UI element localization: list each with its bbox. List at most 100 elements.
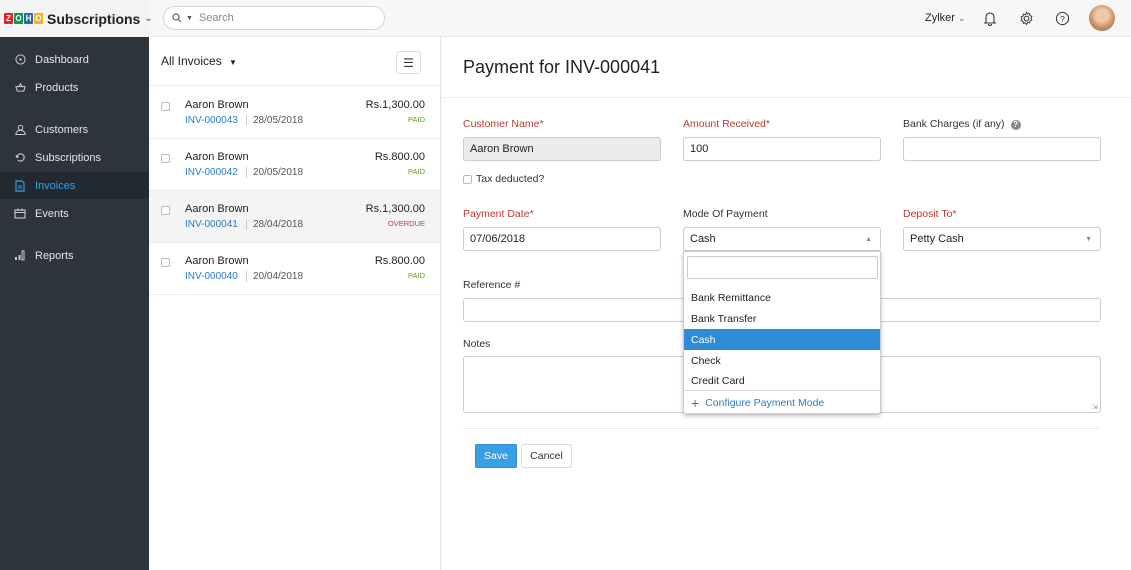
bar-chart-icon: [14, 250, 26, 262]
sidebar-item-label: Subscriptions: [35, 151, 102, 164]
document-icon: [14, 179, 26, 192]
logo-letter: O: [14, 13, 23, 24]
chevron-down-icon: ⌄: [958, 13, 966, 23]
status-badge: PAID: [408, 271, 425, 280]
deposit-to-select[interactable]: Petty Cash ▼: [903, 227, 1101, 251]
payment-date-label: Payment Date*: [463, 208, 534, 220]
list-title: All Invoices: [161, 54, 222, 68]
gear-icon[interactable]: [1017, 9, 1035, 27]
amount-received-input[interactable]: 100: [683, 137, 881, 161]
amount-received-value: 100: [690, 143, 709, 155]
page-title: Payment for INV-000041: [463, 57, 661, 77]
payment-date-input[interactable]: 07/06/2018: [463, 227, 661, 251]
sidebar-item-label: Reports: [35, 249, 74, 262]
search-icon: [172, 13, 182, 23]
search-filter-caret-icon[interactable]: ▼: [186, 15, 193, 22]
plus-icon: +: [691, 394, 700, 411]
configure-payment-mode-link[interactable]: + Configure Payment Mode: [684, 390, 880, 414]
resize-grip-icon[interactable]: ⇲: [1092, 403, 1098, 411]
mode-of-payment-label: Mode Of Payment: [683, 208, 768, 220]
payment-date-value: 07/06/2018: [470, 233, 526, 245]
invoice-row[interactable]: Aaron Brown INV-000043 28/05/2018 Rs.1,3…: [149, 87, 440, 139]
sidebar-item-reports[interactable]: Reports: [0, 242, 149, 269]
row-checkbox[interactable]: [161, 154, 170, 163]
invoice-row-selected[interactable]: Aaron Brown INV-000041 28/04/2018 Rs.1,3…: [149, 191, 440, 243]
reference-label: Reference #: [463, 279, 521, 291]
dropdown-search-input[interactable]: [687, 256, 878, 279]
row-checkbox[interactable]: [161, 206, 170, 215]
save-button[interactable]: Save: [475, 444, 517, 468]
invoice-row[interactable]: Aaron Brown INV-000042 20/05/2018 Rs.800…: [149, 139, 440, 191]
invoice-number-link[interactable]: INV-000040: [185, 271, 238, 282]
mode-of-payment-value: Cash: [690, 233, 716, 245]
invoice-date: 28/04/2018: [246, 219, 303, 230]
tax-deducted-label: Tax deducted?: [476, 173, 545, 185]
user-icon: [14, 124, 26, 136]
app-switcher[interactable]: Z O H O Subscriptions ⌄: [0, 0, 153, 37]
sidebar-item-invoices[interactable]: Invoices: [0, 172, 149, 199]
help-icon[interactable]: ?: [1053, 9, 1071, 27]
search-input[interactable]: ▼ Search: [163, 6, 385, 30]
org-name: Zylker: [925, 12, 955, 24]
payment-form: Payment for INV-000041 Customer Name* Aa…: [441, 37, 1131, 570]
invoice-list-pane: All Invoices ▼ ☰ Aaron Brown INV-000043 …: [149, 37, 441, 570]
bell-icon[interactable]: [981, 9, 999, 27]
amount-received-label: Amount Received*: [683, 118, 770, 130]
header-divider: [441, 97, 1131, 98]
invoice-number-link[interactable]: INV-000041: [185, 219, 238, 230]
invoice-number-link[interactable]: INV-000043: [185, 115, 238, 126]
customer-name-label: Customer Name*: [463, 118, 544, 130]
logo-letter: Z: [4, 13, 13, 24]
status-badge: OVERDUE: [387, 219, 425, 228]
hamburger-icon: ☰: [403, 55, 414, 70]
dropdown-option[interactable]: Credit Card: [684, 370, 880, 391]
row-checkbox[interactable]: [161, 102, 170, 111]
invoice-customer: Aaron Brown: [185, 255, 249, 267]
dropdown-option[interactable]: Bank Remittance: [684, 287, 880, 308]
mode-of-payment-select[interactable]: Cash ▲: [683, 227, 881, 251]
sidebar-item-customers[interactable]: Customers: [0, 116, 149, 143]
app-title: Subscriptions: [47, 10, 141, 27]
invoice-row[interactable]: Aaron Brown INV-000040 20/04/2018 Rs.800…: [149, 243, 440, 295]
checkbox[interactable]: [463, 174, 472, 184]
status-badge: PAID: [408, 115, 425, 124]
org-switcher[interactable]: Zylker ⌄: [925, 12, 966, 24]
customer-name-field: Aaron Brown: [463, 137, 661, 161]
notes-label: Notes: [463, 338, 491, 350]
list-header: All Invoices ▼ ☰: [149, 37, 440, 86]
invoice-number-link[interactable]: INV-000042: [185, 167, 238, 178]
invoice-filter-dropdown[interactable]: All Invoices ▼: [161, 54, 237, 68]
customer-name-value: Aaron Brown: [470, 143, 534, 155]
sidebar-item-label: Customers: [35, 123, 89, 136]
invoice-date: 20/05/2018: [246, 167, 303, 178]
sidebar-item-products[interactable]: Products: [0, 74, 149, 101]
deposit-to-label: Deposit To*: [903, 208, 957, 220]
invoice-amount: Rs.800.00: [374, 255, 425, 267]
dropdown-option[interactable]: Bank Transfer: [684, 308, 880, 329]
list-menu-button[interactable]: ☰: [396, 51, 421, 74]
row-checkbox[interactable]: [161, 258, 170, 267]
caret-down-icon: ▼: [229, 58, 237, 67]
zoho-logo: Z O H O: [4, 13, 43, 24]
user-avatar[interactable]: [1089, 5, 1115, 31]
cancel-button[interactable]: Cancel: [521, 444, 572, 468]
invoice-amount: Rs.800.00: [374, 151, 425, 163]
calendar-icon: [14, 208, 26, 220]
sidebar-item-events[interactable]: Events: [0, 200, 149, 227]
bank-charges-input[interactable]: [903, 137, 1101, 161]
search-placeholder: Search: [198, 12, 234, 24]
invoice-amount: Rs.1,300.00: [365, 203, 425, 215]
sidebar: Dashboard Products Customers Subscriptio…: [0, 37, 149, 570]
mode-of-payment-dropdown: Bank Remittance Bank Transfer Cash Check…: [683, 251, 881, 414]
tax-deducted-checkbox[interactable]: Tax deducted?: [463, 173, 544, 185]
dropdown-option-selected[interactable]: Cash: [684, 329, 880, 350]
help-icon[interactable]: ?: [1010, 120, 1021, 130]
sidebar-item-label: Dashboard: [35, 53, 89, 66]
sidebar-item-dashboard[interactable]: Dashboard: [0, 46, 149, 73]
caret-down-icon: ▼: [1085, 236, 1092, 243]
invoice-date: 20/04/2018: [246, 271, 303, 282]
chevron-down-icon: ⌄: [144, 13, 153, 24]
dropdown-option[interactable]: Check: [684, 350, 880, 371]
sidebar-item-subscriptions[interactable]: Subscriptions: [0, 144, 149, 171]
invoice-customer: Aaron Brown: [185, 151, 249, 163]
